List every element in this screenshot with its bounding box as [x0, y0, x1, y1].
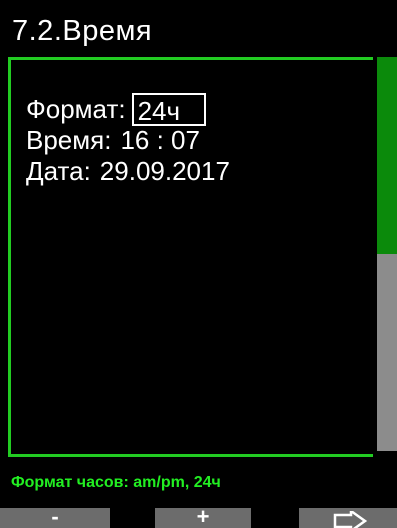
settings-panel: Формат: 24ч Время: 16 : 07 Дата: 29.09.2…	[8, 57, 376, 457]
status-hint: Формат часов: am/pm, 24ч	[11, 474, 221, 491]
scrollbar[interactable]	[373, 57, 397, 457]
increase-button-label: +	[196, 508, 210, 528]
date-label: Дата:	[26, 156, 91, 186]
status-bar: Формат часов: am/pm, 24ч	[0, 460, 397, 508]
softkey-bar: - +	[0, 508, 397, 528]
settings-list: Формат: 24ч Время: 16 : 07 Дата: 29.09.2…	[26, 93, 230, 187]
time-label: Время:	[26, 125, 112, 155]
next-button[interactable]	[299, 508, 397, 528]
date-row[interactable]: Дата: 29.09.2017	[26, 156, 230, 187]
decrease-button-label: -	[51, 508, 59, 528]
decrease-button[interactable]: -	[0, 508, 110, 528]
time-row[interactable]: Время: 16 : 07	[26, 125, 230, 156]
scrollbar-thumb[interactable]	[377, 57, 397, 254]
format-label: Формат:	[26, 94, 126, 124]
increase-button[interactable]: +	[155, 508, 251, 528]
format-row[interactable]: Формат: 24ч	[26, 93, 230, 126]
time-value[interactable]: 16 : 07	[120, 125, 200, 156]
page-title: 7.2.Время	[12, 15, 153, 47]
right-arrow-icon	[333, 511, 367, 528]
format-value-selector[interactable]: 24ч	[131, 93, 207, 126]
date-value[interactable]: 29.09.2017	[100, 156, 230, 187]
title-bar: 7.2.Время	[0, 0, 397, 56]
scrollbar-track[interactable]	[377, 254, 397, 451]
